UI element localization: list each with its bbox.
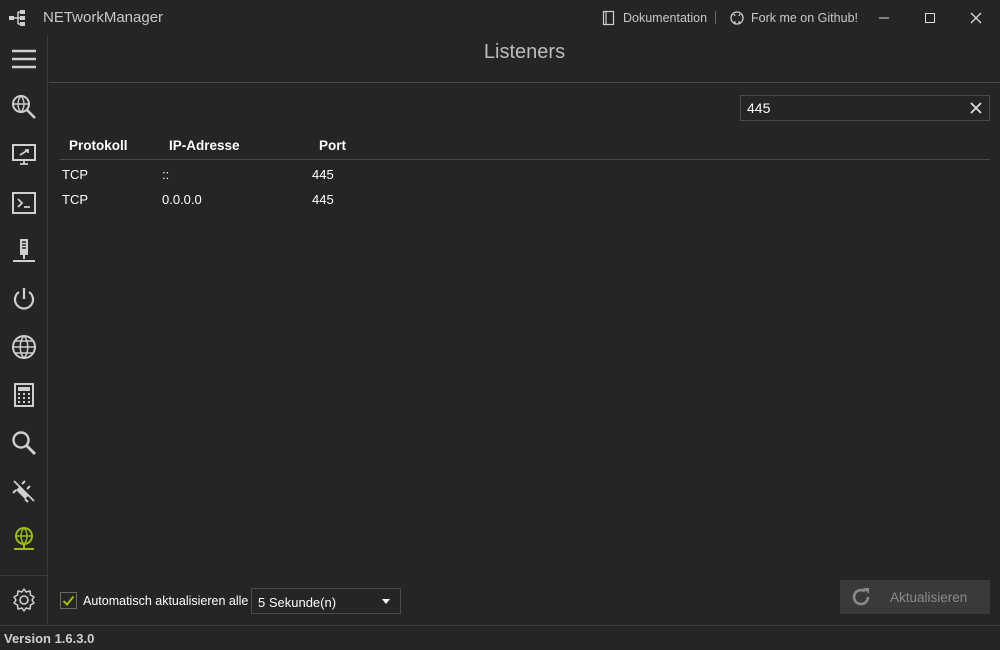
listeners-icon: [14, 527, 34, 550]
network-scan-icon: [12, 95, 36, 119]
sidebar-item-wake-on-lan[interactable]: [0, 275, 48, 323]
maximize-button[interactable]: [907, 0, 953, 35]
auto-refresh-checkbox[interactable]: [60, 592, 77, 609]
version-label: Version 1.6.3.0: [4, 631, 95, 646]
globe-icon: [12, 335, 36, 359]
auto-refresh-control: Automatisch aktualisieren alle: [60, 592, 248, 609]
plug-off-icon: [12, 480, 35, 503]
sidebar-item-remote-desktop[interactable]: [0, 131, 48, 179]
page-title: Listeners: [483, 41, 566, 63]
terminal-icon: [12, 192, 36, 214]
github-icon: [730, 11, 744, 25]
status-bar: Version 1.6.3.0: [0, 625, 1000, 650]
cell-protocol: TCP: [62, 192, 88, 207]
sidebar-item-server[interactable]: [0, 227, 48, 275]
cell-ip-address: 0.0.0.0: [162, 192, 202, 207]
column-header-protocol[interactable]: Protokoll: [69, 138, 128, 153]
sidebar-item-web[interactable]: [0, 323, 48, 371]
documentation-link[interactable]: Dokumentation: [601, 10, 707, 26]
sidebar-item-subnet-calculator[interactable]: [0, 371, 48, 419]
close-button[interactable]: [953, 0, 999, 35]
refresh-icon: [852, 588, 870, 606]
server-icon: [13, 239, 35, 262]
book-icon: [602, 10, 615, 26]
cell-port: 445: [312, 192, 334, 207]
table-header: Protokoll IP-Adresse Port: [60, 133, 990, 160]
table-row[interactable]: TCP :: 445: [60, 160, 990, 185]
remote-desktop-icon: [12, 144, 36, 165]
app-logo-icon: [8, 8, 28, 28]
refresh-interval-value: 5 Sekunde(n): [258, 595, 337, 610]
table-row[interactable]: TCP 0.0.0.0 445: [60, 185, 990, 210]
cell-ip-address: ::: [162, 167, 170, 182]
cell-port: 445: [312, 167, 334, 182]
maximize-icon: [925, 12, 935, 23]
view-header: Listeners: [49, 35, 1000, 83]
cell-protocol: TCP: [62, 167, 88, 182]
github-label: Fork me on Github!: [751, 11, 858, 25]
sidebar-menu-button[interactable]: [0, 35, 48, 83]
minimize-button[interactable]: [861, 0, 907, 35]
sidebar-item-lookup[interactable]: [0, 419, 48, 467]
calculator-icon: [14, 383, 34, 407]
sidebar-item-connections[interactable]: [0, 467, 48, 515]
dropdown-arrow-icon: [382, 599, 390, 604]
sidebar-item-terminal[interactable]: [0, 179, 48, 227]
refresh-interval-select[interactable]: 5 Sekunde(n): [251, 588, 401, 614]
refresh-button-label: Aktualisieren: [890, 590, 968, 605]
refresh-button[interactable]: Aktualisieren: [840, 580, 990, 614]
sidebar-item-listeners[interactable]: [0, 515, 48, 563]
minimize-icon: [879, 17, 889, 18]
listeners-table: Protokoll IP-Adresse Port TCP :: 445 TCP…: [60, 133, 990, 210]
hamburger-menu-icon: [12, 49, 36, 69]
sidebar: [0, 35, 48, 625]
title-bar: NETworkManager Dokumentation Fork me on …: [0, 0, 1000, 35]
search-icon: [12, 431, 37, 456]
close-icon: [970, 12, 982, 23]
documentation-label: Dokumentation: [623, 11, 708, 25]
app-title: NETworkManager: [43, 9, 164, 26]
clear-search-icon[interactable]: [969, 101, 983, 115]
github-link[interactable]: Fork me on Github!: [729, 10, 858, 26]
checkmark-icon: [62, 595, 75, 606]
sidebar-item-settings[interactable]: [0, 576, 48, 624]
search-input[interactable]: [741, 96, 961, 120]
power-icon: [13, 288, 35, 310]
title-link-separator: [715, 11, 716, 24]
column-header-ip-address[interactable]: IP-Adresse: [169, 138, 240, 153]
gear-icon: [13, 588, 35, 612]
auto-refresh-label: Automatisch aktualisieren alle: [83, 593, 249, 608]
sidebar-item-ip-scanner[interactable]: [0, 83, 48, 131]
search-box: [740, 95, 990, 121]
column-header-port[interactable]: Port: [319, 138, 346, 153]
